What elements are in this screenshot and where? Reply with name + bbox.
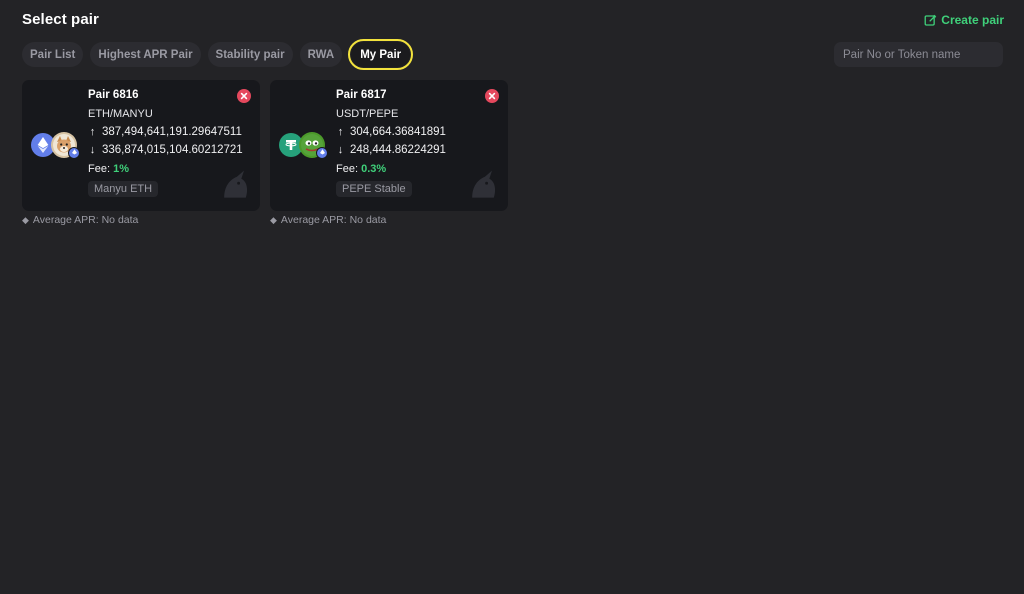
tab-highest-apr-pair[interactable]: Highest APR Pair: [90, 42, 201, 67]
average-apr-row: ◆ Average APR: No data: [22, 214, 260, 226]
reserve-up-row: ↑ 387,494,641,191.29647511: [88, 126, 250, 138]
create-pair-label: Create pair: [941, 13, 1004, 27]
remove-pair-button[interactable]: [237, 89, 251, 103]
page-title: Select pair: [22, 11, 99, 28]
average-apr-label: Average APR: No data: [280, 214, 387, 226]
pair-number: Pair 6816: [88, 89, 139, 101]
pair-number: Pair 6817: [336, 89, 387, 101]
unicorn-watermark-icon: [472, 170, 496, 198]
select-pair-page: Select pair Create pair Pair List Highes…: [0, 0, 1024, 594]
arrow-up-icon: ↑: [89, 126, 96, 138]
diamond-icon: ◆: [270, 214, 277, 225]
pair-tag: Manyu ETH: [88, 181, 159, 197]
tab-rwa[interactable]: RWA: [299, 42, 343, 67]
pair-name: ETH/MANYU: [88, 108, 153, 120]
tab-bar: Pair List Highest APR Pair Stability pai…: [22, 39, 414, 70]
close-icon: [240, 92, 248, 100]
pair-card[interactable]: Pair 6817 USDT/PEPE ↑ 304,664.36841891 ↓…: [270, 80, 508, 211]
tab-pair-list[interactable]: Pair List: [22, 42, 84, 67]
average-apr-row: ◆ Average APR: No data: [270, 214, 508, 226]
pair-card-wrapper: Pair 6816 ETH/MANYU ↑ 387,494,641,191.29…: [22, 80, 260, 226]
reserve-up-row: ↑ 304,664.36841891: [336, 126, 498, 138]
eth-network-icon: [68, 147, 80, 159]
arrow-up-icon: ↑: [337, 126, 344, 138]
arrow-down-icon: ↓: [89, 144, 96, 156]
pair-tag: PEPE Stable: [336, 181, 412, 197]
reserve-up-value: 304,664.36841891: [350, 126, 446, 138]
remove-pair-button[interactable]: [485, 89, 499, 103]
pair-name: USDT/PEPE: [336, 108, 399, 120]
pair-card-list: Pair 6816 ETH/MANYU ↑ 387,494,641,191.29…: [22, 80, 508, 226]
token-pair-icons: [279, 132, 329, 162]
create-pair-button[interactable]: Create pair: [924, 13, 1004, 27]
arrow-down-icon: ↓: [337, 144, 344, 156]
tab-stability-pair[interactable]: Stability pair: [207, 42, 293, 67]
diamond-icon: ◆: [22, 214, 29, 225]
pair-card[interactable]: Pair 6816 ETH/MANYU ↑ 387,494,641,191.29…: [22, 80, 260, 211]
fee-label: Fee:: [88, 163, 111, 175]
header: Select pair Create pair: [22, 11, 1004, 31]
average-apr-label: Average APR: No data: [32, 214, 139, 226]
eth-network-icon: [316, 147, 328, 159]
pair-card-wrapper: Pair 6817 USDT/PEPE ↑ 304,664.36841891 ↓…: [270, 80, 508, 226]
reserve-down-row: ↓ 336,874,015,104.60212721: [88, 144, 250, 156]
fee-value: 0.3%: [361, 163, 387, 175]
reserve-down-row: ↓ 248,444.86224291: [336, 144, 498, 156]
reserve-down-value: 336,874,015,104.60212721: [102, 144, 243, 156]
reserve-down-value: 248,444.86224291: [350, 144, 446, 156]
search-input[interactable]: [843, 48, 997, 61]
edit-icon: [924, 14, 937, 26]
fee-value: 1%: [113, 163, 129, 175]
fee-label: Fee:: [336, 163, 359, 175]
search-box: [834, 42, 1003, 67]
token-pair-icons: [31, 132, 81, 162]
reserve-up-value: 387,494,641,191.29647511: [102, 126, 242, 138]
close-icon: [488, 92, 496, 100]
unicorn-watermark-icon: [224, 170, 248, 198]
tab-my-pair[interactable]: My Pair: [348, 39, 414, 70]
